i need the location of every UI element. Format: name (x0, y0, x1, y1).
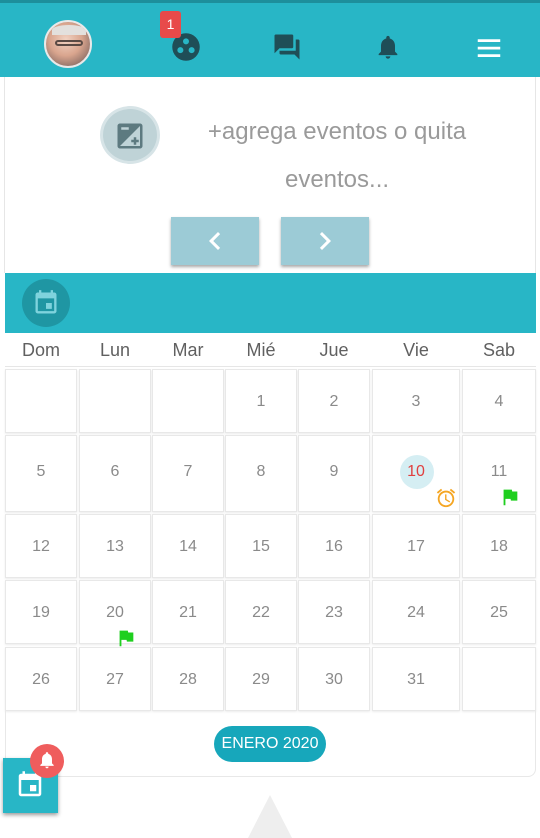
dow-thu: Jue (319, 340, 349, 360)
notifications-active-icon (40, 752, 54, 769)
calendar-day-4[interactable]: 4 (462, 369, 536, 433)
dow-fri: Vie (403, 340, 429, 360)
calendar-day-18[interactable]: 18 (462, 514, 536, 578)
day-number: 23 (325, 604, 343, 621)
dow-mon: Lun (99, 340, 131, 360)
chevron-right-icon (319, 232, 331, 250)
calendar-day-empty (5, 369, 77, 433)
chevron-left-icon (209, 232, 221, 250)
calendar-header-button[interactable] (22, 279, 70, 327)
alarm-bell-button[interactable] (30, 744, 64, 778)
calendar-day-empty (79, 369, 151, 433)
calendar-day-22[interactable]: 22 (225, 580, 297, 644)
calendar-header (5, 273, 536, 333)
day-number: 31 (407, 671, 425, 688)
day-number: 6 (110, 463, 120, 480)
month-label[interactable]: ENERO 2020 (214, 726, 326, 762)
prev-button[interactable] (171, 217, 259, 265)
day-number: 18 (490, 538, 508, 555)
day-number: 5 (36, 463, 46, 480)
calendar-day-2[interactable]: 2 (298, 369, 370, 433)
calendar-day-28[interactable]: 28 (152, 647, 224, 711)
day-number: 20 (106, 604, 124, 621)
calendar-day-15[interactable]: 15 (225, 514, 297, 578)
calendar-day-23[interactable]: 23 (298, 580, 370, 644)
day-of-week-row: Dom Lun Mar Mié Jue Vie Sab (5, 333, 536, 367)
day-number: 29 (252, 671, 270, 688)
day-number: 9 (329, 463, 339, 480)
flag-icon[interactable] (115, 627, 137, 649)
calendar-day-3[interactable]: 3 (372, 369, 460, 433)
day-number: 17 (407, 538, 425, 555)
avatar-hair (52, 25, 86, 35)
menu-icon[interactable] (474, 33, 504, 63)
day-number: 3 (411, 393, 421, 410)
calendar-day-29[interactable]: 29 (225, 647, 297, 711)
dow-sat: Sab (482, 340, 516, 360)
day-number: 2 (329, 393, 339, 410)
day-number: 27 (106, 671, 124, 688)
calendar-day-27[interactable]: 27 (79, 647, 151, 711)
calendar-day-empty (152, 369, 224, 433)
day-number: 14 (179, 538, 197, 555)
event-icon (35, 290, 57, 314)
calendar-day-31[interactable]: 31 (372, 647, 460, 711)
calendar-day-9[interactable]: 9 (298, 435, 370, 512)
day-number: 25 (490, 604, 508, 621)
top-nav-bar: 1 (0, 0, 540, 77)
dow-sun: Dom (21, 340, 60, 360)
calendar-day-6[interactable]: 6 (79, 435, 151, 512)
day-number: 10 (407, 463, 425, 480)
day-number: 16 (325, 538, 343, 555)
calendar-day-25[interactable]: 25 (462, 580, 536, 644)
day-number: 30 (325, 671, 343, 688)
day-number: 13 (106, 538, 124, 555)
alarm-icon[interactable] (435, 487, 457, 509)
calendar-day-16[interactable]: 16 (298, 514, 370, 578)
day-number: 8 (256, 463, 266, 480)
calendar-day-1[interactable]: 1 (225, 369, 297, 433)
notification-badge: 1 (160, 11, 181, 38)
calendar-day-7[interactable]: 7 (152, 435, 224, 512)
scroll-up-indicator[interactable] (248, 795, 292, 838)
calendar-day-20[interactable]: 20 (79, 580, 151, 647)
avatar-glasses (55, 40, 83, 46)
calendar-day-12[interactable]: 12 (5, 514, 77, 578)
calendar-day-14[interactable]: 14 (152, 514, 224, 578)
day-number: 4 (494, 393, 504, 410)
day-number: 21 (179, 604, 197, 621)
calendar-day-26[interactable]: 26 (5, 647, 77, 711)
user-avatar[interactable] (44, 20, 92, 68)
day-number: 1 (256, 393, 266, 410)
day-number: 15 (252, 538, 270, 555)
calendar-day-13[interactable]: 13 (79, 514, 151, 578)
flag-icon[interactable] (499, 486, 521, 508)
day-number: 11 (490, 463, 508, 480)
calendar-day-30[interactable]: 30 (298, 647, 370, 711)
day-number: 19 (32, 604, 50, 621)
day-number: 12 (32, 538, 50, 555)
add-events-text[interactable]: +agrega eventos o quita eventos... (172, 108, 502, 204)
calendar-day-11[interactable]: 11 (462, 435, 536, 512)
calendar-day-17[interactable]: 17 (372, 514, 460, 578)
calendar-day-21[interactable]: 21 (152, 580, 224, 644)
add-remove-events-button[interactable] (100, 106, 160, 164)
day-number: 28 (179, 671, 197, 688)
calendar-day-empty (462, 647, 536, 711)
calendar-day-10[interactable]: 10 (372, 435, 460, 512)
notifications-icon[interactable] (374, 33, 402, 61)
day-number: 7 (183, 463, 193, 480)
next-button[interactable] (281, 217, 369, 265)
calendar-day-24[interactable]: 24 (372, 580, 460, 644)
dow-tue: Mar (172, 340, 204, 360)
day-number: 26 (32, 671, 50, 688)
calendar-day-8[interactable]: 8 (225, 435, 297, 512)
dow-wed: Mié (246, 340, 276, 360)
calendar-day-19[interactable]: 19 (5, 580, 77, 644)
day-number: 24 (407, 604, 425, 621)
day-number: 22 (252, 604, 270, 621)
exposure-icon (117, 123, 143, 149)
forum-icon[interactable] (272, 32, 302, 62)
calendar-day-5[interactable]: 5 (5, 435, 77, 512)
